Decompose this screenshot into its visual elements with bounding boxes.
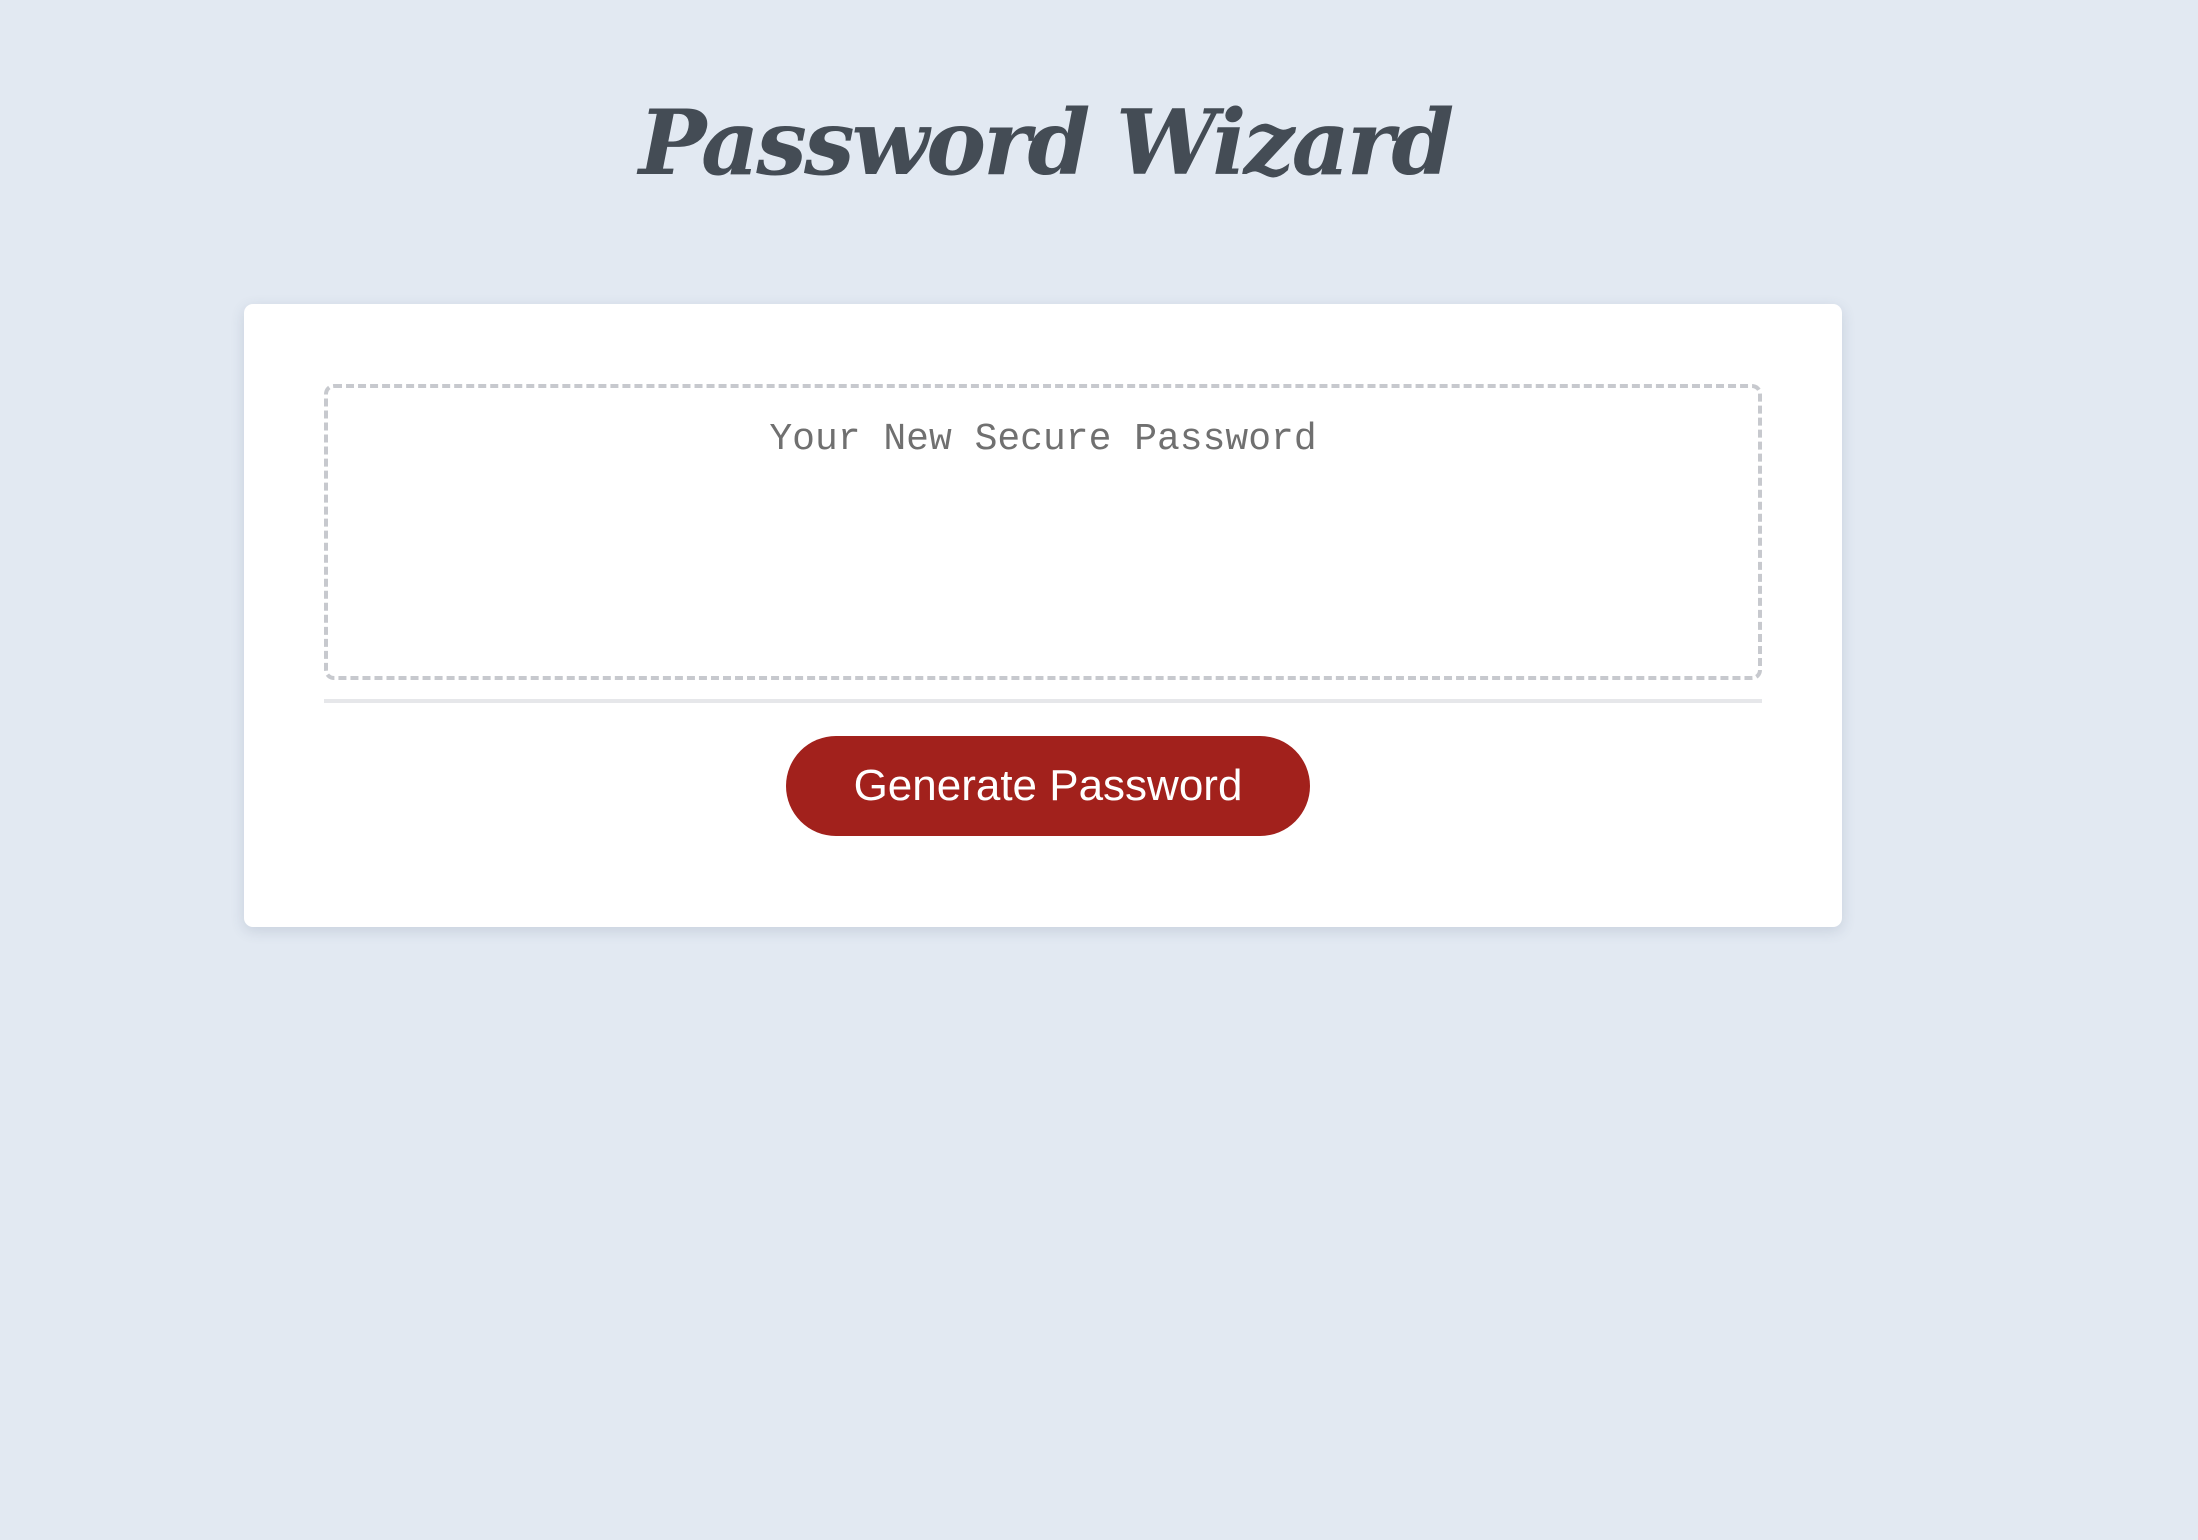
- password-card: Generate Password: [244, 304, 1842, 927]
- generate-password-button[interactable]: Generate Password: [786, 736, 1310, 836]
- password-output-field[interactable]: [324, 384, 1762, 680]
- page-title: Password Wizard: [638, 90, 1455, 196]
- divider: [324, 699, 1762, 703]
